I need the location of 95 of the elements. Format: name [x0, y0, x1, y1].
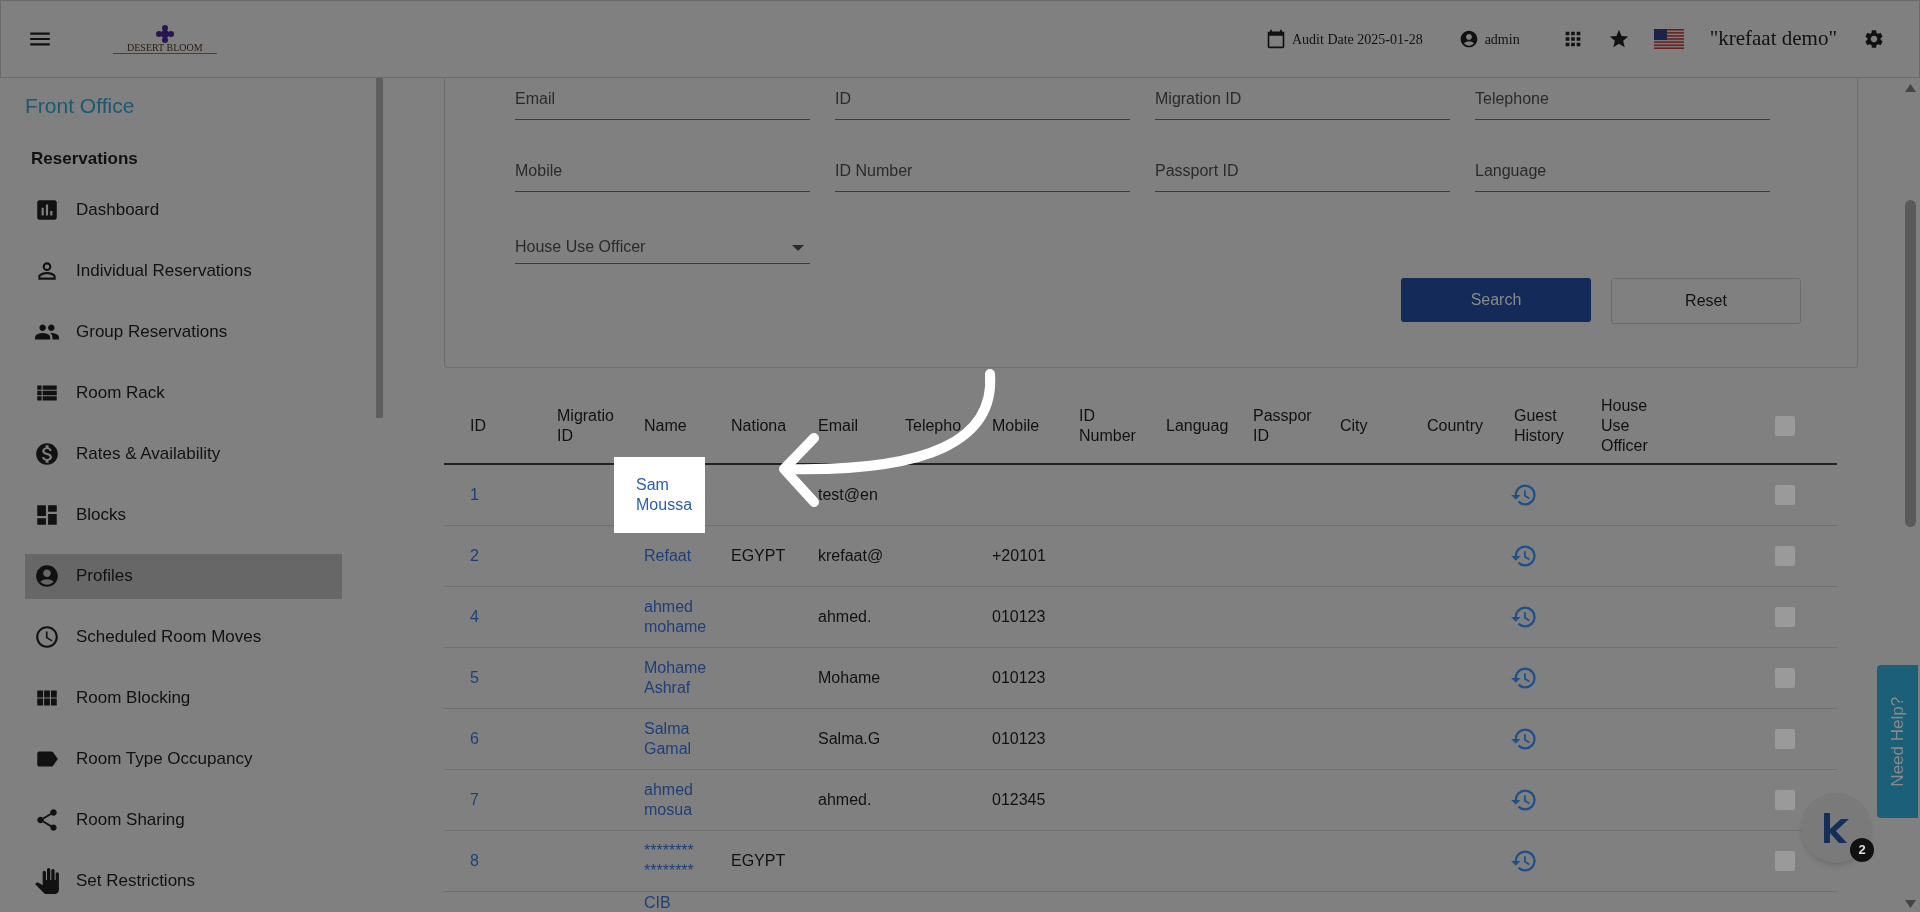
guest-name-link[interactable]: Salma Gamal — [644, 719, 692, 759]
sidebar-item[interactable]: Scheduled Room Moves — [25, 614, 342, 660]
column-header[interactable]: Name — [644, 415, 705, 436]
row-checkbox[interactable] — [1775, 485, 1795, 505]
dashboard-icon — [34, 502, 60, 528]
row-checkbox[interactable] — [1775, 729, 1795, 749]
search-button[interactable]: Search — [1401, 278, 1591, 322]
column-header[interactable]: Guest History — [1514, 405, 1575, 446]
scroll-down-arrow-icon[interactable] — [1905, 900, 1916, 908]
guest-name-link[interactable]: Refaat — [644, 546, 692, 566]
row-checkbox[interactable] — [1775, 790, 1795, 810]
sidebar-item[interactable]: Individual Reservations — [25, 248, 342, 294]
dropdown-caret-icon — [792, 245, 804, 251]
star-icon[interactable] — [1607, 28, 1630, 50]
mobile-cell: 010123 — [992, 608, 1046, 625]
flag-icon[interactable] — [1653, 29, 1684, 49]
guest-name-link[interactable]: ******** ******** — [644, 841, 694, 881]
sidebar-item[interactable]: Group Reservations — [25, 309, 342, 355]
id-cell[interactable]: 5 — [470, 669, 479, 686]
sidebar-item[interactable]: Room Type Occupancy — [25, 736, 342, 782]
sidebar-item[interactable]: Room Sharing — [25, 797, 342, 843]
sidebar-item[interactable]: Room Rack — [25, 370, 342, 416]
property-name[interactable]: "krefaat demo" — [1709, 23, 1837, 55]
guest-name-link[interactable]: CIB — [644, 893, 671, 912]
select-all-checkbox[interactable] — [1775, 415, 1795, 436]
sidebar-item[interactable]: Blocks — [25, 492, 342, 538]
nationality-cell: EGYPT — [731, 547, 786, 564]
share-icon — [34, 807, 60, 833]
notification-badge: 2 — [1850, 838, 1874, 862]
email-cell: test@en — [818, 486, 878, 503]
clock-icon — [34, 624, 60, 650]
input-field[interactable]: Mobile — [515, 150, 810, 192]
id-cell[interactable]: 2 — [470, 547, 479, 564]
column-header[interactable]: ID Number — [1079, 405, 1140, 446]
user-name: admin — [1484, 30, 1520, 49]
calendar-icon — [1266, 29, 1286, 49]
row-checkbox[interactable] — [1775, 607, 1795, 627]
id-cell[interactable]: 7 — [470, 791, 479, 808]
column-header[interactable]: House Use Officer — [1601, 395, 1662, 456]
bar-chart-icon — [34, 197, 60, 223]
guest-name-link[interactable]: ahmed mosua — [644, 780, 693, 820]
column-header[interactable]: Languag — [1166, 415, 1227, 436]
email-cell: krefaat@ — [818, 547, 884, 564]
k-logo-icon — [1821, 811, 1851, 845]
column-header[interactable]: Country — [1427, 415, 1488, 436]
account-icon[interactable] — [1458, 29, 1479, 49]
account-icon — [34, 563, 60, 589]
audit-date: Audit Date 2025-01-28 — [1292, 30, 1423, 49]
row-checkbox[interactable] — [1775, 668, 1795, 688]
section-title: Reservations — [30, 148, 139, 170]
sidebar-item[interactable]: Dashboard — [25, 187, 342, 233]
select-field[interactable]: House Use Officer — [515, 222, 810, 264]
input-field[interactable]: ID Number — [835, 150, 1130, 192]
input-field[interactable]: Telephone — [1475, 78, 1770, 120]
input-field[interactable]: Language — [1475, 150, 1770, 192]
sidebar-title: Front Office — [25, 93, 136, 119]
dollar-icon — [34, 441, 60, 467]
guest-name-link[interactable]: ahmed mohame — [644, 597, 707, 637]
mobile-cell: +20101 — [992, 547, 1046, 564]
nationality-cell: EGYPT — [731, 852, 786, 869]
id-cell[interactable]: 6 — [470, 730, 479, 747]
id-cell[interactable]: 8 — [470, 852, 479, 869]
column-header[interactable]: Mobile — [992, 415, 1053, 436]
sidebar-item[interactable]: Set Restrictions — [25, 858, 342, 904]
id-cell[interactable]: 4 — [470, 608, 479, 625]
scroll-up-arrow-icon[interactable] — [1905, 84, 1916, 92]
row-checkbox[interactable] — [1775, 851, 1795, 871]
sidebar-item[interactable]: Profiles — [25, 553, 342, 599]
column-header[interactable]: Nationa — [731, 415, 792, 436]
email-cell: Salma.G — [818, 730, 881, 747]
column-header[interactable]: Telepho — [905, 415, 966, 436]
input-field[interactable]: Migration ID — [1155, 78, 1450, 120]
column-header[interactable]: Email — [818, 415, 879, 436]
column-header[interactable]: Passpor ID — [1253, 405, 1314, 446]
settings-icon[interactable] — [1863, 28, 1885, 50]
email-cell: ahmed. — [818, 608, 872, 625]
id-cell[interactable]: 1 — [470, 486, 479, 503]
sidebar-item[interactable]: Rates & Availability — [25, 431, 342, 477]
input-field[interactable]: Passport ID — [1155, 150, 1450, 192]
mobile-cell: 010123 — [992, 730, 1046, 747]
column-header[interactable]: City — [1340, 415, 1401, 436]
column-header[interactable]: Migratio ID — [557, 405, 618, 446]
logo-text: DESERT BLOOM — [113, 42, 217, 54]
sidebar-item[interactable]: Room Blocking — [25, 675, 342, 721]
email-cell: Mohame — [818, 669, 881, 686]
guest-name-link[interactable]: Mohame Ashraf — [644, 658, 707, 698]
mobile-cell: 012345 — [992, 791, 1046, 808]
input-field[interactable]: Email — [515, 78, 810, 120]
input-field[interactable]: ID — [835, 78, 1130, 120]
row-checkbox[interactable] — [1775, 546, 1795, 566]
mobile-cell: 010123 — [992, 669, 1046, 686]
column-header[interactable]: ID — [470, 415, 531, 436]
reset-button[interactable]: Reset — [1611, 278, 1801, 324]
hand-icon — [34, 868, 60, 894]
email-cell: ahmed. — [818, 791, 872, 808]
